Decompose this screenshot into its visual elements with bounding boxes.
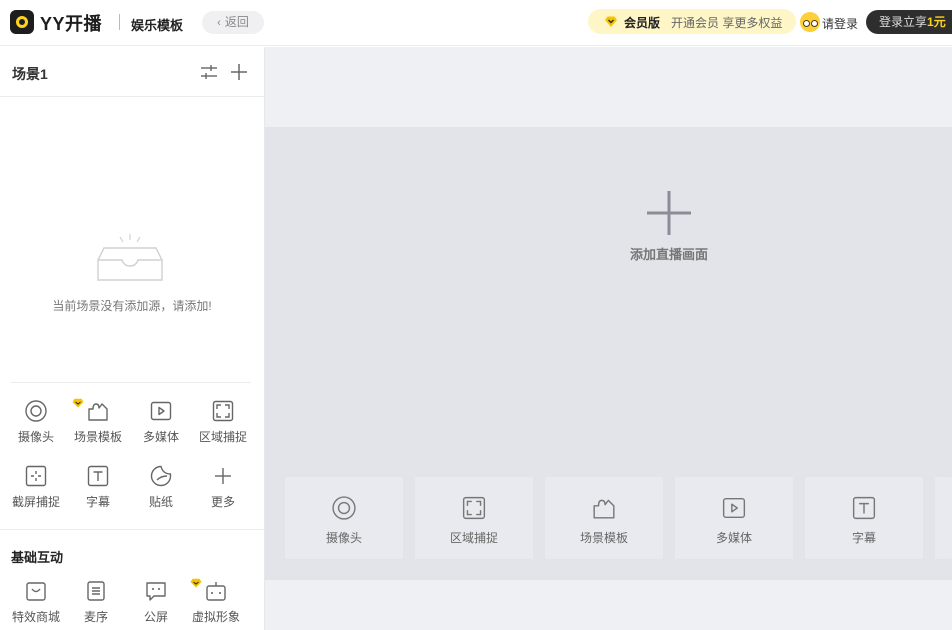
puzzle-icon [593,499,615,519]
region-capture-icon [212,400,234,422]
list-icon [87,581,105,601]
interaction-label: 麦序 [83,610,108,624]
quick-source-camera[interactable]: 摄像头 [285,477,403,559]
back-button[interactable]: ‹ 返回 [202,11,264,34]
source-screen-capture[interactable]: 截屏捕捉 [4,465,68,510]
scene-header: 场景1 [0,47,264,97]
app-name: YY开播 [40,14,103,34]
source-label: 贴纸 [148,495,173,509]
shop-icon [26,582,46,601]
puzzle-icon [88,403,108,421]
screen-capture-icon [25,465,47,487]
plus-icon [215,468,231,484]
settings-sliders-icon[interactable] [200,64,218,80]
quick-source-region-capture[interactable]: 区域捕捉 [415,477,533,559]
top-bar: YY开播 娱乐模板 ‹ 返回 会员版 开通会员 享更多权益 请登录 登录立享1元 [0,0,952,46]
interaction-public-chat[interactable]: 公屏 [124,580,188,625]
camera-icon [25,400,47,422]
preview-area: 添加直播画面 摄像头 区域捕捉 场景模板 多媒体 字幕 [265,47,952,630]
source-label: 摄像头 [17,430,54,444]
quick-source-label: 多媒体 [715,531,752,545]
quick-source-label: 场景模板 [579,531,628,545]
source-label: 场景模板 [73,430,122,444]
vip-heart-icon [605,16,617,27]
source-label: 区域捕捉 [198,430,247,444]
back-button-label: 返回 [224,15,249,29]
avatar[interactable] [800,12,820,32]
vip-label: 会员版 [624,16,661,30]
empty-box-icon [97,234,163,281]
interaction-label: 特效商城 [11,610,60,624]
empty-scene-message: 当前场景没有添加源，请添加! [52,299,212,313]
vip-badge-icon [72,398,84,408]
title-divider [119,14,120,30]
camera-icon [332,496,356,520]
source-label: 多媒体 [142,430,179,444]
vip-banner[interactable]: 会员版 开通会员 享更多权益 [588,9,796,34]
quick-source-scene-template[interactable]: 场景模板 [545,477,663,559]
interaction-label: 虚拟形象 [191,610,240,624]
scene-panel: 场景1 当前场景没有添加源，请添加! 摄像头 场景模板 多媒体 区域捕捉 截屏捕… [0,47,265,630]
source-region-capture[interactable]: 区域捕捉 [191,400,255,445]
region-capture-icon [462,496,486,520]
play-icon [150,401,172,421]
sticker-icon [150,465,172,487]
quick-source-label: 字幕 [851,531,876,545]
text-icon [852,496,876,520]
interaction-effects-shop[interactable]: 特效商城 [4,580,68,625]
add-live-label[interactable]: 添加直播画面 [629,244,709,263]
quick-source-label: 区域捕捉 [449,531,498,545]
quick-source-next[interactable] [935,477,952,559]
source-label: 字幕 [85,495,110,509]
vip-description: 开通会员 享更多权益 [671,16,783,30]
add-scene-icon[interactable] [230,63,248,81]
chat-icon [146,582,166,601]
play-icon [722,498,746,518]
interaction-mic-queue[interactable]: 麦序 [64,580,128,625]
interaction-divider [0,529,264,530]
interaction-section-title: 基础互动 [11,550,64,565]
source-sticker[interactable]: 贴纸 [129,465,193,510]
source-camera[interactable]: 摄像头 [4,400,68,445]
login-link[interactable]: 请登录 [822,15,858,32]
text-icon [87,465,109,487]
chevron-left-icon: ‹ [217,17,221,29]
source-label: 截屏捕捉 [11,495,60,509]
source-caption[interactable]: 字幕 [66,465,130,510]
robot-icon [206,582,226,601]
vip-badge-icon [190,578,202,588]
add-live-icon[interactable] [645,189,693,237]
login-promo-button[interactable]: 登录立享1元 [866,10,952,34]
promo-highlight: 1元 [927,15,946,29]
page-title: 娱乐模板 [131,18,184,33]
source-multimedia[interactable]: 多媒体 [129,400,193,445]
sources-divider [11,382,251,383]
quick-source-caption[interactable]: 字幕 [805,477,923,559]
app-logo-icon [10,10,34,34]
promo-text: 登录立享 [879,15,928,29]
quick-source-multimedia[interactable]: 多媒体 [675,477,793,559]
quick-source-label: 摄像头 [325,531,362,545]
source-label: 更多 [210,495,235,509]
source-more[interactable]: 更多 [191,465,255,510]
interaction-label: 公屏 [143,610,168,624]
scene-name[interactable]: 场景1 [12,64,48,84]
